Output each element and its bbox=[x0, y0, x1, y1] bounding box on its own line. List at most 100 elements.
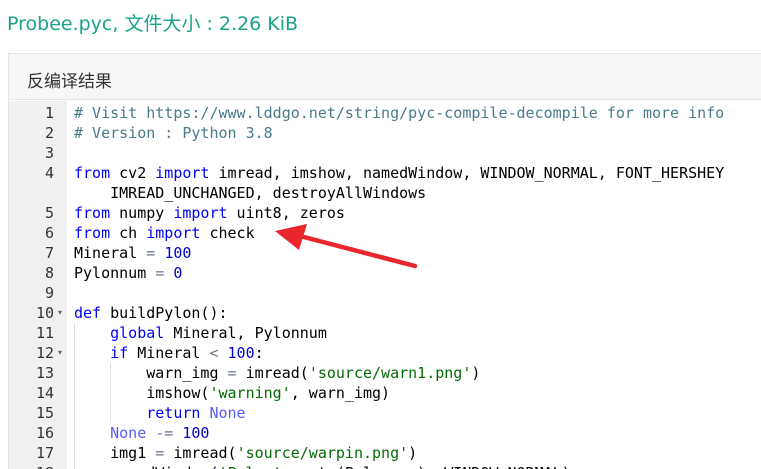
code-text: Mineral = 100 bbox=[74, 243, 191, 263]
code-token: from bbox=[74, 224, 111, 242]
panel-header: 反编译结果 bbox=[9, 54, 761, 100]
code-token: return bbox=[146, 404, 201, 422]
line-number: 13 bbox=[35, 364, 54, 382]
code-token: Pylonnum bbox=[74, 264, 156, 282]
code-line: 16 None -= 100 bbox=[9, 423, 761, 443]
code-token: = bbox=[146, 244, 156, 262]
code-token: = bbox=[155, 264, 165, 282]
file-title: Probee.pyc, 文件大小 : 2.26 KiB bbox=[7, 13, 299, 35]
code-token: check bbox=[200, 224, 255, 242]
code-token: # Version : Python 3.8 bbox=[74, 124, 273, 142]
code-token: # Visit https://www.lddgo.net/string/pyc… bbox=[74, 104, 725, 122]
code-line: IMREAD_UNCHANGED, destroyAllWindows bbox=[9, 183, 761, 203]
code-line: 6 from ch import check bbox=[9, 223, 761, 243]
code-token: IMREAD_UNCHANGED, destroyAllWindows bbox=[74, 184, 427, 202]
line-number: 7 bbox=[44, 244, 54, 262]
line-number: 12 bbox=[35, 344, 54, 362]
line-number: 11 bbox=[35, 324, 54, 342]
line-number: 3 bbox=[44, 144, 54, 162]
line-number: 17 bbox=[35, 444, 54, 462]
code-line: 7 Mineral = 100 bbox=[9, 243, 761, 263]
code-token: imread( bbox=[236, 364, 309, 382]
line-number: 15 bbox=[35, 404, 54, 422]
code-line: 17 img1 = imread('source/warpin.png') bbox=[9, 443, 761, 463]
code-token: global bbox=[110, 324, 165, 342]
code-token: + str(Pylonnum), WINDOW_NORMAL) bbox=[282, 464, 571, 469]
code-text: if Mineral < 100: bbox=[74, 343, 264, 363]
code-token: = bbox=[227, 364, 237, 382]
code-token: ) bbox=[408, 444, 418, 462]
line-number: 6 bbox=[44, 224, 54, 242]
code-token: from bbox=[74, 204, 111, 222]
code-text: # Version : Python 3.8 bbox=[74, 123, 273, 143]
code-token: cv2 bbox=[110, 164, 156, 182]
code-token: 'Pylon' bbox=[219, 464, 282, 469]
code-line: 5 from numpy import uint8, zeros bbox=[9, 203, 761, 223]
code-line: 10 ▾ def buildPylon(): bbox=[9, 303, 761, 323]
code-line: 2 # Version : Python 3.8 bbox=[9, 123, 761, 143]
code-token: 'source/warpin.png' bbox=[236, 444, 409, 462]
code-line: 18 namedWindow('Pylon' + str(Pylonnum), … bbox=[9, 463, 761, 469]
code-text: warn_img = imread('source/warn1.png') bbox=[74, 363, 480, 383]
code-line: 8 Pylonnum = 0 bbox=[9, 263, 761, 283]
code-token: 'warning' bbox=[209, 384, 291, 402]
code-line: 12 ▾ if Mineral < 100: bbox=[9, 343, 761, 363]
code-token: None bbox=[209, 404, 246, 422]
decompile-result-panel: 反编译结果 1 # Visit https://www.lddgo.net/str… bbox=[8, 53, 761, 469]
code-token: ) bbox=[471, 364, 481, 382]
code-token: 100 bbox=[227, 344, 255, 362]
code-text: from numpy import uint8, zeros bbox=[74, 203, 345, 223]
code-line: 3 bbox=[9, 143, 761, 163]
line-number: 2 bbox=[44, 124, 54, 142]
indent-guide bbox=[74, 323, 75, 469]
code-token: imread, imshow, namedWindow, WINDOW_NORM… bbox=[209, 164, 725, 182]
code-text: None -= 100 bbox=[74, 423, 209, 443]
code-text: from cv2 import imread, imshow, namedWin… bbox=[74, 163, 724, 183]
code-token: < bbox=[209, 344, 219, 362]
code-token: warn_img bbox=[74, 364, 228, 382]
code-token: 'source/warn1.png' bbox=[308, 364, 472, 382]
code-token: -= bbox=[155, 424, 174, 442]
code-token: Mineral bbox=[74, 244, 147, 262]
code-text: imshow('warning', warn_img) bbox=[74, 383, 390, 403]
fold-toggle-icon[interactable]: ▾ bbox=[58, 303, 62, 323]
line-number: 5 bbox=[44, 204, 54, 222]
code-line: 4 from cv2 import imread, imshow, namedWi… bbox=[9, 163, 761, 183]
code-text: Pylonnum = 0 bbox=[74, 263, 182, 283]
code-text: from ch import check bbox=[74, 223, 255, 243]
code-token: , warn_img) bbox=[290, 384, 391, 402]
code-text: return None bbox=[74, 403, 246, 423]
code-token: import bbox=[173, 204, 228, 222]
code-token: 100 bbox=[182, 424, 210, 442]
code-token: img1 bbox=[74, 444, 156, 462]
code-line: 15 return None bbox=[9, 403, 761, 423]
code-token: : bbox=[254, 344, 264, 362]
fold-toggle-icon[interactable]: ▾ bbox=[58, 343, 62, 363]
line-number: 9 bbox=[44, 284, 54, 302]
code-text: IMREAD_UNCHANGED, destroyAllWindows bbox=[74, 183, 426, 203]
code-token: uint8, zeros bbox=[227, 204, 345, 222]
code-token: buildPylon(): bbox=[101, 304, 228, 322]
code-token: import bbox=[155, 164, 210, 182]
code-token: namedWindow( bbox=[74, 464, 218, 469]
code-token: ch bbox=[110, 224, 147, 242]
code-token: Mineral bbox=[128, 344, 210, 362]
line-number: 10 bbox=[35, 304, 54, 322]
code-token: numpy bbox=[110, 204, 174, 222]
code-editor[interactable]: 1 # Visit https://www.lddgo.net/string/py… bbox=[9, 101, 761, 469]
indent-guide bbox=[110, 363, 112, 423]
code-token: 0 bbox=[173, 264, 183, 282]
code-line: 13 warn_img = imread('source/warn1.png') bbox=[9, 363, 761, 383]
code-text: namedWindow('Pylon' + str(Pylonnum), WIN… bbox=[74, 463, 571, 469]
panel-title: 反编译结果 bbox=[27, 72, 112, 92]
code-token: 100 bbox=[164, 244, 192, 262]
code-token: from bbox=[74, 164, 111, 182]
code-token: import bbox=[146, 224, 201, 242]
code-line: 14 imshow('warning', warn_img) bbox=[9, 383, 761, 403]
line-number: 14 bbox=[35, 384, 54, 402]
